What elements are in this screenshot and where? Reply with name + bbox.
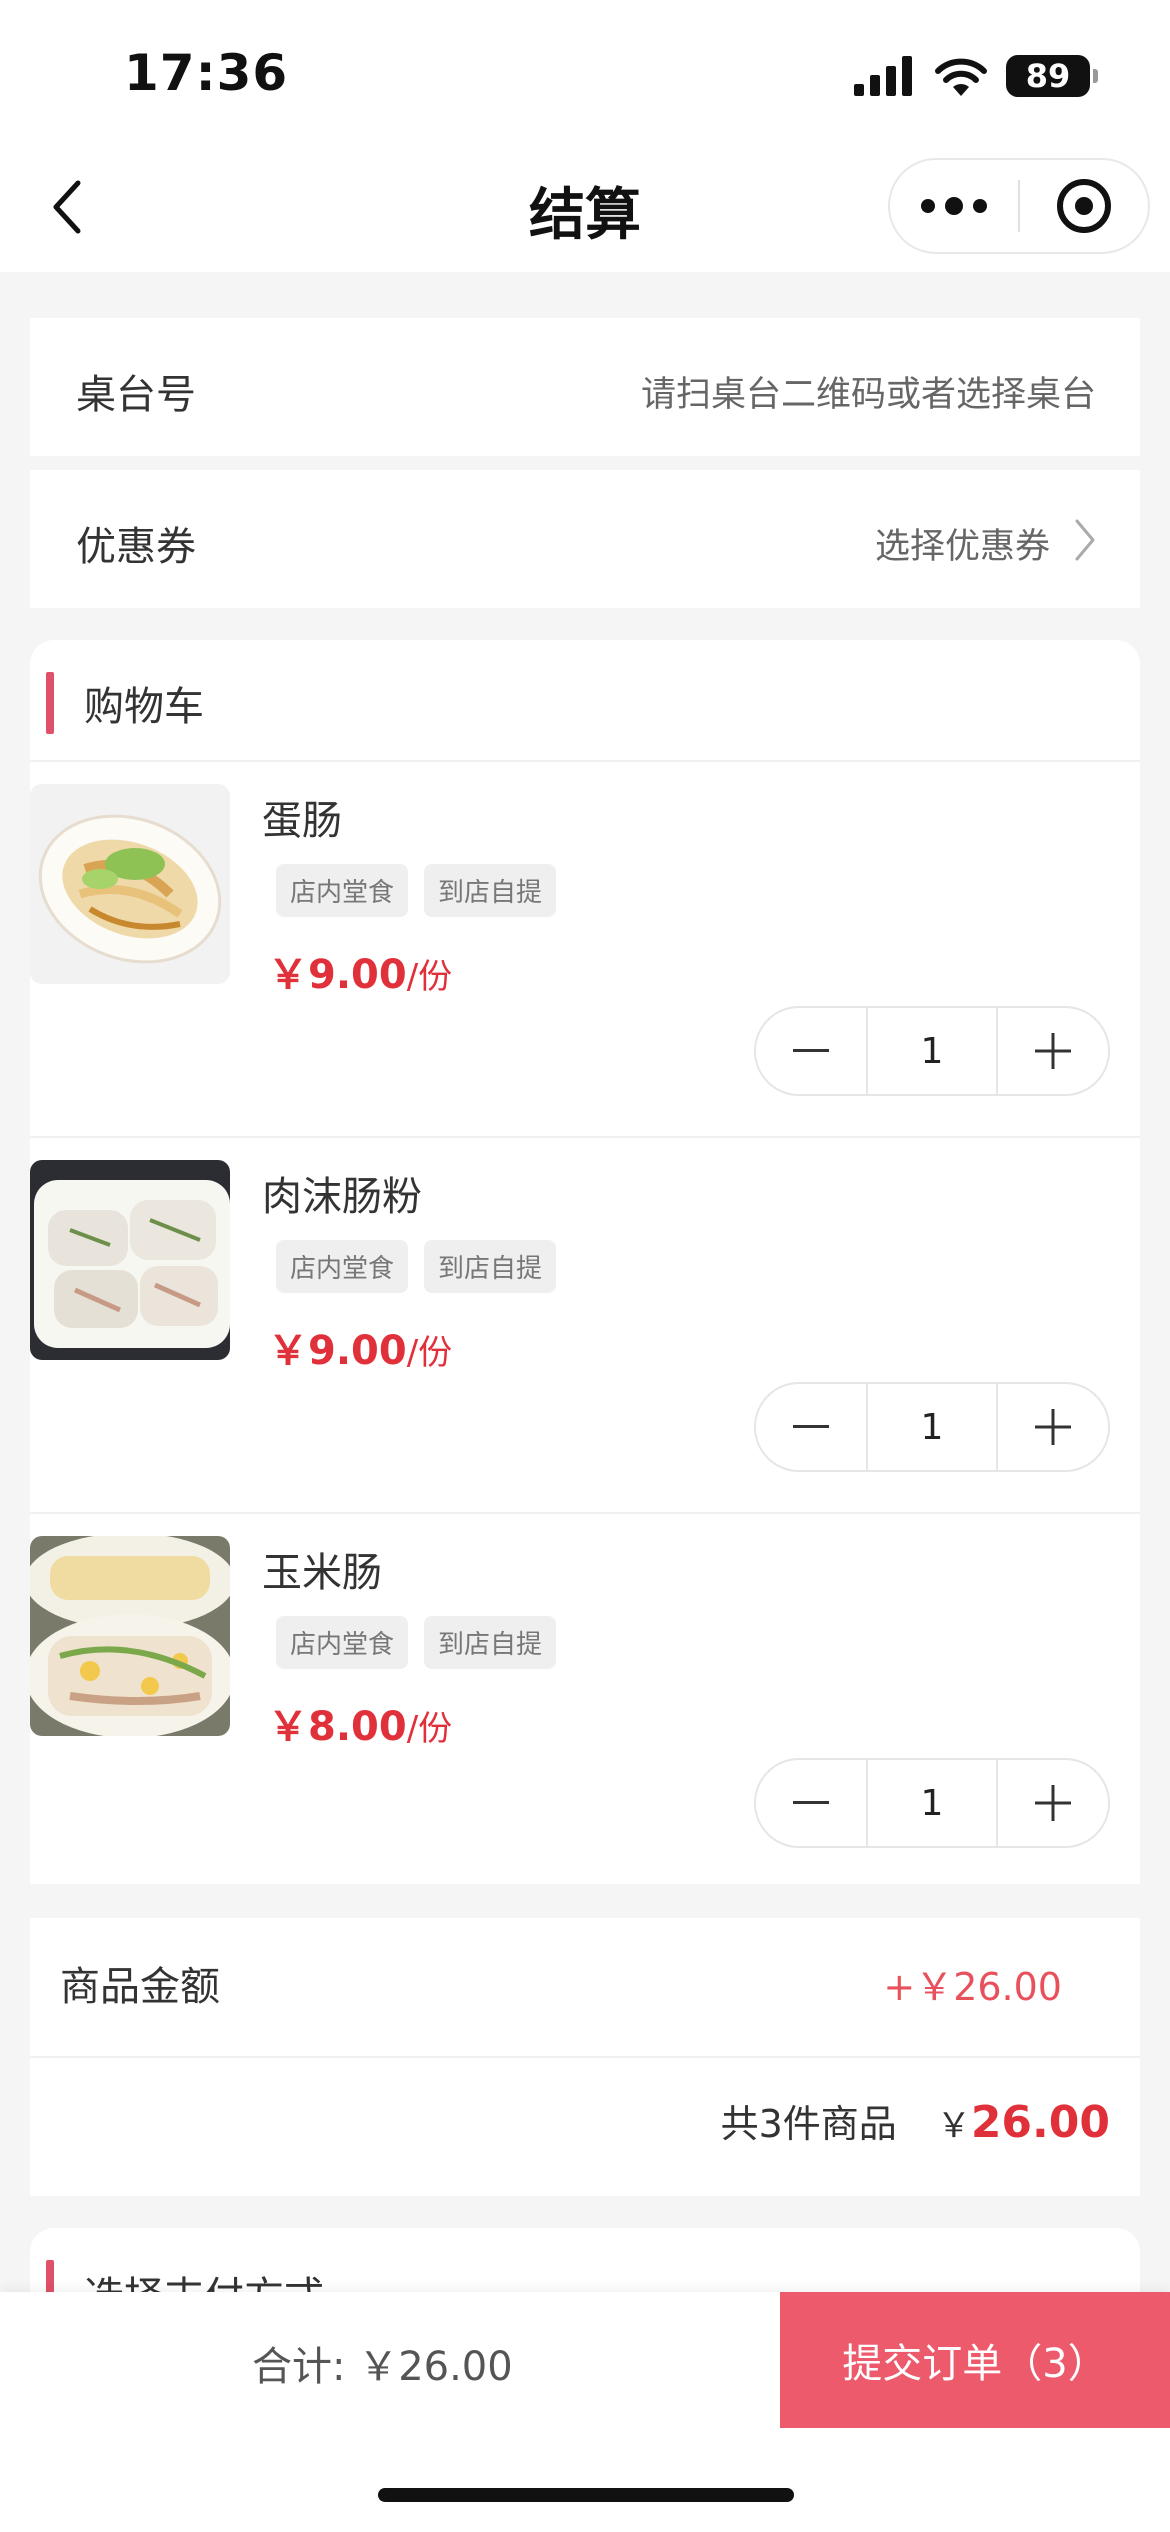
coupon-action: 选择优惠券	[874, 527, 1050, 567]
food-image-minced-pork-rice-roll[interactable]	[30, 1160, 230, 1360]
wifi-icon	[935, 58, 987, 96]
table-placeholder: 请扫桌台二维码或者选择桌台	[640, 375, 1096, 415]
item-tags: 店内堂食 到店自提	[276, 1616, 557, 1669]
item-count: 共3件商品	[720, 2102, 897, 2146]
item-tags: 店内堂食 到店自提	[276, 1240, 557, 1293]
coupon-label: 优惠券	[76, 524, 196, 570]
increase-button[interactable]	[998, 1008, 1108, 1094]
more-button[interactable]	[890, 160, 1018, 252]
cart-item: 肉沫肠粉 店内堂食 到店自提 ￥9.00/份 1	[30, 1136, 1140, 1512]
quantity-stepper: 1	[754, 1382, 1110, 1472]
more-dots-icon	[921, 199, 935, 213]
coupon-row[interactable]: 优惠券 选择优惠券	[30, 470, 1140, 608]
mini-program-capsule	[888, 158, 1150, 254]
item-price: ￥9.00/份	[268, 952, 453, 998]
quantity-value[interactable]: 1	[866, 1008, 998, 1094]
sum-total: 合计: ￥26.00	[252, 2344, 513, 2390]
plus-icon	[1035, 1033, 1071, 1069]
quantity-value[interactable]: 1	[866, 1384, 998, 1470]
close-mini-program-button[interactable]	[1020, 160, 1148, 252]
tag-dine-in: 店内堂食	[276, 864, 409, 917]
status-icons: 89	[854, 52, 1098, 100]
cart-item: 玉米肠 店内堂食 到店自提 ￥8.00/份 1	[30, 1512, 1140, 1888]
tag-pickup: 到店自提	[424, 864, 557, 917]
minus-icon	[793, 1049, 829, 1052]
minus-icon	[793, 1801, 829, 1804]
status-time: 17:36	[124, 44, 289, 102]
total-line: 共3件商品 ￥26.00	[721, 2093, 1110, 2148]
minus-icon	[793, 1425, 829, 1428]
cart-title: 购物车	[84, 684, 204, 730]
item-name: 玉米肠	[262, 1550, 382, 1596]
item-price: ￥8.00/份	[268, 1704, 453, 1750]
quantity-stepper: 1	[754, 1006, 1110, 1096]
food-image-corn-rice-roll[interactable]	[30, 1536, 230, 1736]
decrease-button[interactable]	[756, 1384, 866, 1470]
food-image-egg-roll[interactable]	[30, 784, 230, 984]
item-tags: 店内堂食 到店自提	[276, 864, 557, 917]
target-icon	[1056, 179, 1111, 233]
battery-icon: 89	[1006, 55, 1098, 97]
total-amount: ￥26.00	[936, 2097, 1110, 2148]
cart-item: 蛋肠 店内堂食 到店自提 ￥9.00/份 1	[30, 760, 1140, 1136]
item-name: 蛋肠	[262, 798, 342, 844]
plus-icon	[1035, 1785, 1071, 1821]
top-bar: 17:36 89 结算	[0, 0, 1170, 272]
submit-order-button[interactable]: 提交订单（3）	[780, 2292, 1170, 2428]
increase-button[interactable]	[998, 1384, 1108, 1470]
increase-button[interactable]	[998, 1760, 1108, 1846]
quantity-stepper: 1	[754, 1758, 1110, 1848]
home-indicator	[378, 2488, 794, 2502]
decrease-button[interactable]	[756, 1008, 866, 1094]
goods-amount-value: +￥26.00	[883, 1965, 1062, 2009]
goods-amount-label: 商品金额	[60, 1964, 220, 2010]
item-name: 肉沫肠粉	[262, 1174, 422, 1220]
decrease-button[interactable]	[756, 1760, 866, 1846]
cart-section: 购物车 蛋肠 店内堂食 到店自提 ￥9.00/份 1 肉沫肠粉 店内堂食 到店自…	[30, 640, 1140, 1884]
tag-pickup: 到店自提	[424, 1616, 557, 1669]
signal-icon	[854, 56, 912, 96]
section-accent-bar	[46, 672, 54, 734]
tag-pickup: 到店自提	[424, 1240, 557, 1293]
order-summary: 商品金额 +￥26.00 共3件商品 ￥26.00	[30, 1918, 1140, 2196]
table-label: 桌台号	[76, 372, 196, 418]
quantity-value[interactable]: 1	[866, 1760, 998, 1846]
item-price: ￥9.00/份	[268, 1328, 453, 1374]
tag-dine-in: 店内堂食	[276, 1616, 409, 1669]
tag-dine-in: 店内堂食	[276, 1240, 409, 1293]
plus-icon	[1035, 1409, 1071, 1445]
table-select-row[interactable]: 桌台号 请扫桌台二维码或者选择桌台	[30, 318, 1140, 456]
chevron-right-icon	[1075, 519, 1095, 561]
divider	[30, 2056, 1140, 2058]
